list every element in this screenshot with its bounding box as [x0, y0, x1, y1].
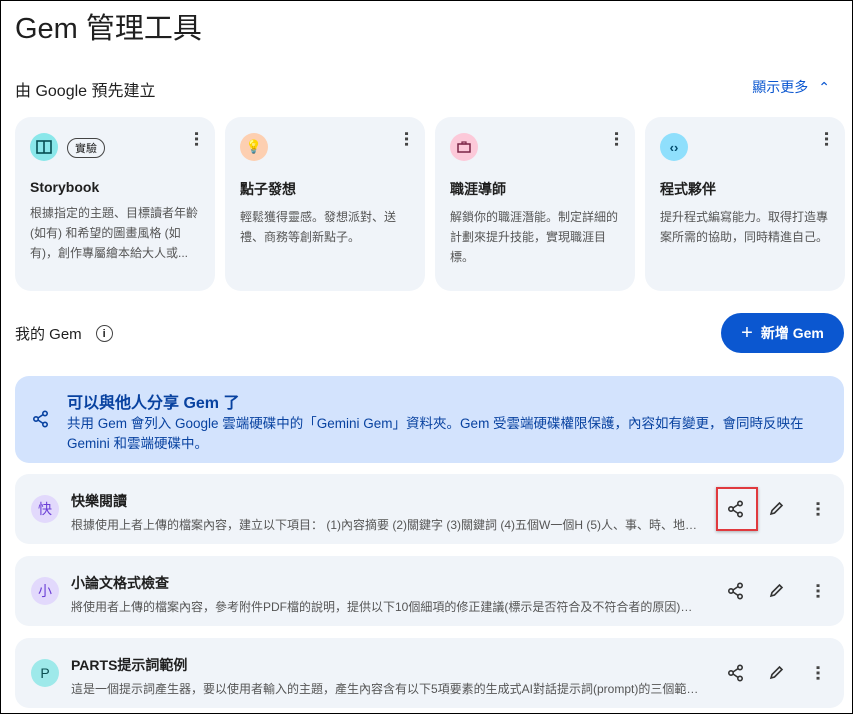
gem-avatar: 小 — [31, 577, 59, 605]
gem-row[interactable]: 快 快樂閱讀 根據使用上者上傳的檔案內容，建立以下項目： (1)內容摘要 (2)… — [15, 474, 844, 544]
card-title: 程式夥伴 — [660, 181, 716, 197]
gem-row[interactable]: 小 小論文格式檢查 將使用者上傳的檔案內容，參考附件PDF檔的說明，提供以下10… — [15, 556, 844, 626]
banner-title: 可以與他人分享 Gem 了 — [67, 395, 240, 412]
gem-avatar: P — [31, 659, 59, 687]
experiment-badge: 實驗 — [67, 138, 105, 158]
edit-button[interactable] — [763, 660, 789, 686]
lightbulb-icon: 💡 — [240, 133, 268, 161]
my-gems-heading: 我的 Gem — [15, 326, 82, 343]
pencil-icon — [769, 501, 784, 516]
share-icon — [727, 582, 744, 600]
share-button[interactable] — [723, 660, 749, 686]
gem-desc: 這是一個提示詞產生器，要以使用者輸入的主題，產生內容含有以下5項要素的生成式AI… — [71, 682, 701, 696]
more-options-icon[interactable]: ⋯ — [397, 131, 414, 147]
premade-card-brainstorm[interactable]: 💡 ⋯ 點子發想 輕鬆獲得靈感。發想派對、送禮、商務等創新點子。 — [225, 117, 425, 291]
new-gem-label: 新增 Gem — [760, 325, 824, 341]
premade-card-storybook[interactable]: 實驗 ⋯ Storybook 根據指定的主題、目標讀者年齡 (如有) 和希望的圖… — [15, 117, 215, 291]
card-desc: 根據指定的主題、目標讀者年齡 (如有) 和希望的圖畫風格 (如有)，創作專屬繪本… — [30, 206, 199, 260]
my-gems-heading-row: 我的 Gem i — [15, 323, 113, 344]
premade-card-career[interactable]: ⋯ 職涯導師 解鎖你的職涯潛能。制定詳細的計劃來提升技能，實現職涯目標。 — [435, 117, 635, 291]
briefcase-icon — [450, 133, 478, 161]
plus-icon: + — [741, 321, 753, 344]
premade-card-coding[interactable]: ‹› ⋯ 程式夥伴 提升程式編寫能力。取得打造專案所需的協助，同時精進自己。 — [645, 117, 845, 291]
pencil-icon — [769, 583, 784, 598]
new-gem-button[interactable]: + 新增 Gem — [721, 313, 844, 353]
share-icon — [32, 410, 49, 428]
share-icon — [727, 664, 744, 682]
share-button[interactable] — [723, 578, 749, 604]
card-title: 職涯導師 — [450, 181, 506, 197]
gem-desc: 根據使用上者上傳的檔案內容，建立以下項目： (1)內容摘要 (2)關鍵字 (3)… — [71, 518, 701, 532]
gem-title: 快樂閱讀 — [71, 493, 127, 509]
more-options-icon[interactable]: ⋯ — [817, 131, 834, 147]
premade-heading: 由 Google 預先建立 — [15, 83, 156, 100]
page-title: Gem 管理工具 — [15, 13, 202, 45]
gem-desc: 將使用者上傳的檔案內容，參考附件PDF檔的說明，提供以下10個細項的修正建議(標… — [71, 600, 701, 614]
share-banner: 可以與他人分享 Gem 了 共用 Gem 會列入 Google 雲端硬碟中的「G… — [15, 376, 844, 463]
show-more-button[interactable]: 顯示更多 ⌃ — [752, 77, 830, 97]
gem-title: 小論文格式檢查 — [71, 575, 169, 591]
card-desc: 解鎖你的職涯潛能。制定詳細的計劃來提升技能，實現職涯目標。 — [450, 210, 619, 264]
card-title: Storybook — [30, 179, 100, 195]
code-icon: ‹› — [660, 133, 688, 161]
card-title: 點子發想 — [240, 181, 296, 197]
highlight-box — [716, 487, 758, 531]
gem-avatar: 快 — [31, 495, 59, 523]
chevron-up-down-icon: ⌃ — [818, 78, 830, 95]
banner-desc: 共用 Gem 會列入 Google 雲端硬碟中的「Gemini Gem」資料夾。… — [67, 416, 804, 451]
gem-row[interactable]: P PARTS提示詞範例 這是一個提示詞產生器，要以使用者輸入的主題，產生內容含… — [15, 638, 844, 708]
more-options-icon[interactable]: ⋯ — [187, 131, 204, 147]
more-options-button[interactable]: ⋯ — [804, 660, 830, 686]
edit-button[interactable] — [763, 496, 789, 522]
more-options-button[interactable]: ⋯ — [804, 578, 830, 604]
more-options-icon[interactable]: ⋯ — [607, 131, 624, 147]
show-more-label: 顯示更多 — [752, 79, 809, 95]
card-desc: 輕鬆獲得靈感。發想派對、送禮、商務等創新點子。 — [240, 210, 397, 244]
card-desc: 提升程式編寫能力。取得打造專案所需的協助，同時精進自己。 — [660, 210, 829, 244]
pencil-icon — [769, 665, 784, 680]
gem-title: PARTS提示詞範例 — [71, 657, 188, 673]
edit-button[interactable] — [763, 578, 789, 604]
info-icon[interactable]: i — [95, 325, 113, 342]
book-icon — [30, 133, 58, 161]
more-options-button[interactable]: ⋯ — [804, 496, 830, 522]
